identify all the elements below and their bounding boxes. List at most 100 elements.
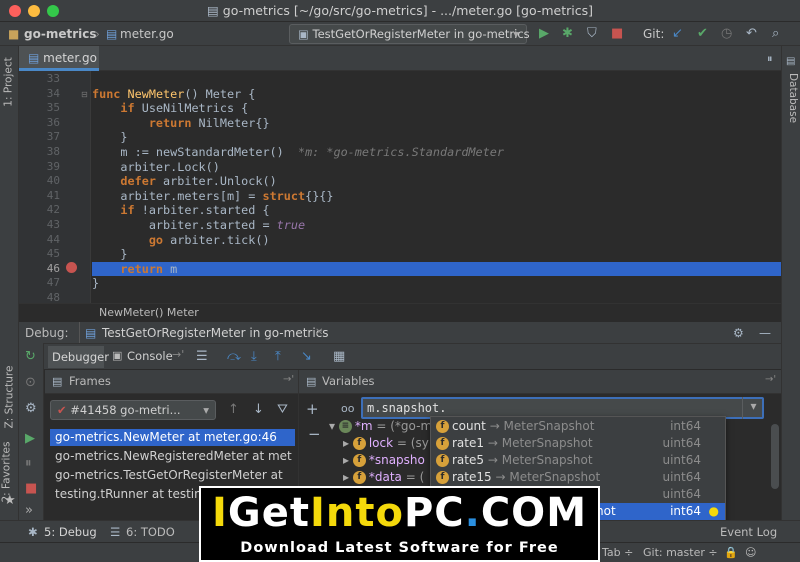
restore-layout-icon[interactable]: →'	[172, 348, 184, 361]
evaluate-expression-icon[interactable]: ▦	[333, 349, 345, 365]
project-tool-button[interactable]: 1: Project	[3, 57, 15, 106]
thread-select[interactable]: ✔ #41458 go-metri... ▾	[50, 400, 216, 420]
debug-bug-icon[interactable]: ✱	[562, 26, 573, 42]
indent-status[interactable]: Tab ÷	[602, 543, 633, 562]
editor-breadcrumb[interactable]: NewMeter() Meter	[19, 303, 781, 321]
database-tool-label: Database	[787, 72, 800, 124]
git-branch-status[interactable]: Git: master ÷	[643, 543, 718, 562]
frame-label: go-metrics.NewRegisteredMeter at met	[55, 449, 292, 463]
tab-console[interactable]: Console	[127, 349, 173, 363]
breakpoint-icon[interactable]	[66, 262, 77, 273]
zoom-window-button[interactable]	[47, 5, 59, 17]
breadcrumb-project[interactable]: go-metrics	[24, 22, 96, 46]
lock-icon[interactable]: 🔒	[724, 543, 738, 562]
restore-layout-icon[interactable]: →'	[765, 374, 776, 385]
code-line: arbiter.Lock()	[92, 159, 220, 174]
run-to-cursor-icon[interactable]: ↘	[301, 349, 312, 365]
minimize-window-button[interactable]	[28, 5, 40, 17]
todo-tool-button[interactable]: 6: TODO	[126, 521, 175, 543]
debug-session-tab[interactable]: TestGetOrRegisterMeter in go-metrics	[102, 322, 329, 344]
vcs-history-icon[interactable]: ◷	[721, 26, 732, 42]
modify-run-icon[interactable]: ⊙	[25, 375, 36, 391]
split-editor-icon[interactable]: ⏸	[767, 51, 773, 67]
threads-list-icon[interactable]: ☰	[196, 349, 208, 365]
variable-row[interactable]: ▾ ≡ *m = (*go-m	[329, 418, 432, 435]
run-configuration-select[interactable]: ▣ TestGetOrRegisterMeter in go-metrics ▾	[289, 24, 530, 44]
completion-type: uint64	[662, 436, 701, 450]
tab-debugger[interactable]: Debugger	[48, 346, 109, 368]
next-frame-icon[interactable]: ↓	[253, 402, 264, 418]
step-into-icon[interactable]: ⤓	[251, 349, 257, 365]
frame-item-selected[interactable]: go-metrics.NewMeter at meter.go:46	[50, 429, 295, 446]
editor-gutter: 33 34 35 36 37 38 39 40 41 42 43 44 45 4…	[19, 71, 91, 304]
line-number: 45	[46, 247, 60, 261]
completion-type: int64	[670, 419, 701, 433]
frame-item[interactable]: go-metrics.NewRegisteredMeter at met	[50, 448, 295, 465]
event-icon[interactable]: ☺	[745, 543, 756, 562]
code-line: }	[92, 276, 100, 291]
variables-scrollbar[interactable]	[771, 424, 779, 489]
chevron-down-icon: ▾	[513, 27, 519, 41]
variable-row[interactable]: ▸ f *snapsho	[343, 452, 425, 469]
field-icon: f	[352, 454, 366, 467]
code-line: func NewMeter() Meter {	[92, 86, 256, 101]
breadcrumb-file[interactable]: meter.go	[120, 22, 174, 46]
editor-tab-meter-go[interactable]: ▤ meter.go	[19, 46, 99, 71]
frame-item[interactable]: go-metrics.TestGetOrRegisterMeter at	[50, 467, 295, 484]
variables-icon: ▤	[306, 375, 317, 388]
variable-value: = (*go-m	[376, 419, 433, 433]
restore-layout-icon[interactable]: →'	[283, 374, 294, 385]
window-title: go-metrics [~/go/src/go-metrics] - .../m…	[222, 3, 594, 18]
chevron-down-icon[interactable]: ▾	[742, 397, 764, 419]
line-number: 38	[46, 145, 60, 158]
breadcrumb-label: NewMeter() Meter	[99, 306, 199, 319]
completion-desc: → MeterSnapshot	[489, 419, 595, 433]
completion-item[interactable]: f rate1 → MeterSnapshot uint64	[431, 435, 725, 452]
hide-panel-icon[interactable]: —	[759, 322, 771, 344]
frame-label: go-metrics.NewMeter at meter.go:46	[55, 430, 277, 444]
vcs-update-icon[interactable]: ↙	[672, 26, 683, 42]
resume-icon[interactable]: ▶	[25, 431, 35, 447]
variable-name: *data	[368, 470, 402, 484]
settings-icon[interactable]: ⚙	[25, 401, 37, 417]
add-watch-icon[interactable]: +	[306, 401, 319, 417]
remove-watch-icon[interactable]: −	[308, 426, 321, 442]
close-window-button[interactable]	[9, 5, 21, 17]
completion-item[interactable]: f count → MeterSnapshot int64	[431, 418, 725, 435]
stop-icon[interactable]: ■	[611, 26, 623, 42]
completion-item[interactable]: f rate5 → MeterSnapshot uint64	[431, 452, 725, 469]
field-icon: f	[352, 437, 366, 450]
coverage-icon[interactable]: ⛉	[587, 26, 597, 42]
lightbulb-icon[interactable]: ●	[709, 503, 719, 520]
variable-row[interactable]: ▸ f lock = (sy	[343, 435, 429, 452]
variable-row[interactable]: ▸ f *data = (	[343, 469, 424, 486]
previous-frame-icon[interactable]: ↑	[228, 402, 239, 418]
step-over-icon[interactable]: ⤼	[227, 349, 241, 365]
completion-item[interactable]: f rate15 → MeterSnapshot uint64	[431, 469, 725, 486]
stop-icon[interactable]: ■	[25, 481, 37, 497]
search-icon[interactable]: ⌕	[772, 26, 779, 42]
line-number: 41	[46, 188, 60, 202]
database-tool-button[interactable]: Database	[787, 73, 799, 123]
filter-icon[interactable]: ⛛	[277, 402, 288, 418]
step-out-icon[interactable]: ⤒	[275, 349, 281, 365]
vcs-commit-icon[interactable]: ✔	[697, 26, 708, 42]
rerun-icon[interactable]: ↻	[25, 349, 36, 365]
fold-marker-icon[interactable]: ⊟	[81, 90, 88, 99]
close-session-icon[interactable]: ✕	[315, 322, 323, 344]
frames-panel-header: ▤ Frames →'	[45, 370, 298, 394]
code-line: m := newStandardMeter() *m: *go-metrics.…	[92, 145, 504, 159]
more-actions-icon[interactable]: »	[25, 503, 33, 519]
structure-tool-button[interactable]: Z: Structure	[3, 366, 15, 429]
gear-icon[interactable]: ⚙	[733, 322, 744, 344]
code-editor[interactable]: func NewMeter() Meter { if UseNilMetrics…	[92, 71, 781, 303]
pause-icon[interactable]: ⏸	[25, 456, 32, 472]
debug-tool-button[interactable]: 5: Debug	[44, 521, 97, 543]
line-number: 37	[46, 130, 60, 144]
vcs-revert-icon[interactable]: ↶	[746, 26, 757, 42]
event-log-tool-button[interactable]: Event Log	[720, 521, 777, 543]
chevron-right-icon: ›	[95, 27, 100, 41]
run-icon[interactable]: ▶	[539, 26, 549, 42]
variable-value: = (sy	[396, 436, 429, 450]
completion-name: rate5	[452, 453, 485, 467]
